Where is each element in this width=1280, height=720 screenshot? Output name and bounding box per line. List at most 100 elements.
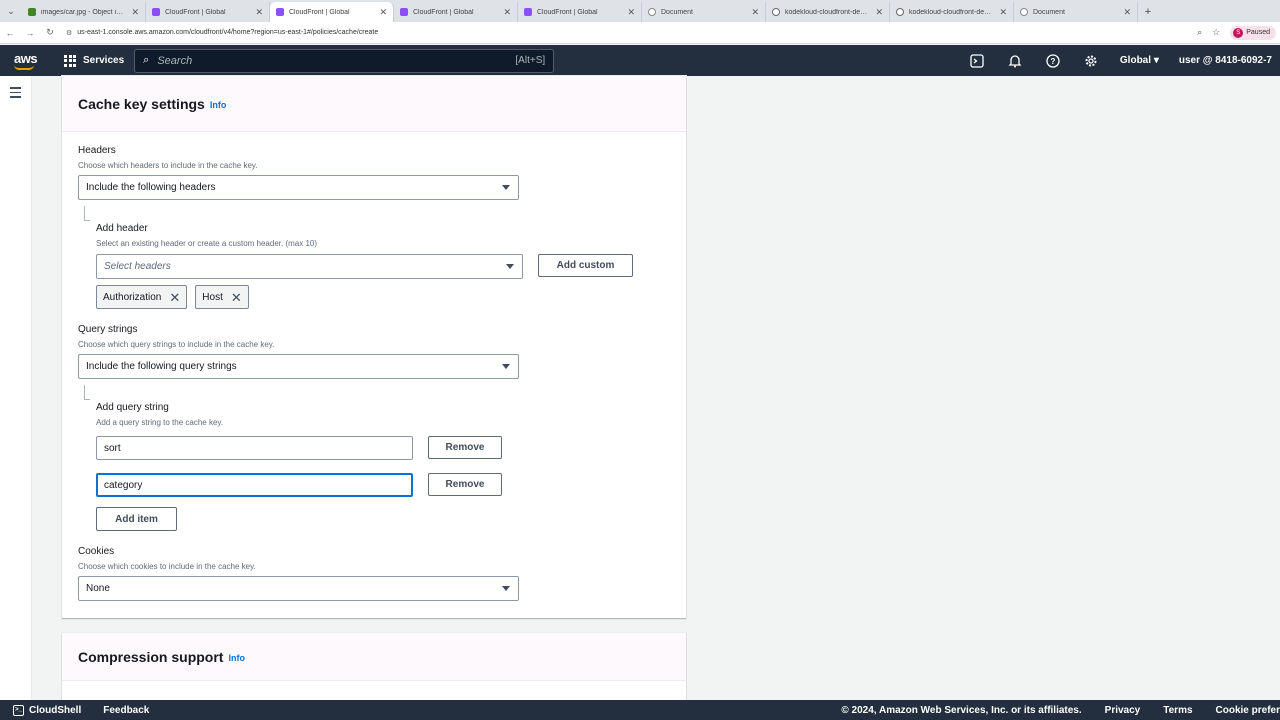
feedback-link[interactable]: Feedback [103, 705, 149, 716]
cloudshell-icon[interactable] [968, 52, 986, 70]
query-strings-select[interactable]: Include the following query strings [78, 354, 519, 379]
profile-button[interactable]: S Paused [1230, 25, 1276, 40]
document-favicon-icon [1020, 8, 1028, 16]
add-item-label: Add item [115, 513, 158, 525]
tab-title: images/car.jpg - Object in S3 b [41, 8, 127, 16]
query-strings-label: Query strings [78, 324, 138, 335]
forward-arrow-icon[interactable]: → [20, 28, 40, 38]
query-strings-select-value: Include the following query strings [86, 361, 237, 372]
cloudshell-button[interactable]: >_ CloudShell [13, 704, 81, 716]
close-tab-icon[interactable]: ✕ [255, 7, 263, 18]
remove-token-x-icon[interactable]: ✕ [169, 291, 180, 304]
cloudfront-favicon-icon [276, 8, 284, 16]
browser-tab[interactable]: kodekloud-cloudfront-demo.s3 ✕ [890, 2, 1014, 22]
browser-tab[interactable]: CloudFront | Global ✕ [146, 2, 270, 22]
browser-tab-active[interactable]: CloudFront | Global ✕ [270, 2, 394, 22]
help-icon[interactable]: ? [1044, 52, 1062, 70]
tree-connector [84, 206, 90, 221]
aws-smile-icon [14, 65, 34, 70]
grid-icon [64, 54, 76, 67]
region-label: Global [1119, 55, 1152, 66]
query-string-input-focused[interactable]: category [96, 473, 413, 497]
remove-button[interactable]: Remove [428, 436, 502, 459]
globe-favicon-icon [772, 8, 780, 16]
tab-title: kodekloud-cloudfront-demo.s3 [909, 8, 995, 16]
cookies-select-value: None [86, 583, 110, 594]
add-custom-button[interactable]: Add custom [538, 254, 633, 277]
new-tab-plus-icon[interactable]: + [1138, 2, 1158, 22]
browser-tab[interactable]: CloudFront | Global ✕ [394, 2, 518, 22]
headers-description: Choose which headers to include in the c… [78, 161, 258, 170]
tab-search-icon[interactable]: ⌄ [0, 0, 22, 22]
query-strings-description: Choose which query strings to include in… [78, 340, 275, 349]
bookmark-star-icon[interactable]: ☆ [1212, 27, 1220, 38]
headers-select[interactable]: Include the following headers [78, 175, 519, 200]
url-text: us-east-1.console.aws.amazon.com/cloudfr… [77, 29, 379, 36]
privacy-link[interactable]: Privacy [1105, 705, 1141, 716]
add-item-button[interactable]: Add item [96, 507, 177, 531]
close-tab-icon[interactable]: ✕ [1123, 7, 1131, 18]
close-tab-icon[interactable]: ✕ [503, 7, 511, 18]
cookies-select[interactable]: None [78, 576, 519, 601]
cloudfront-favicon-icon [524, 8, 532, 16]
side-navigation-rail [0, 76, 32, 700]
browser-tab[interactable]: kodekloud-cloudfront-demo.s3 ✕ [766, 2, 890, 22]
token-label: Host [202, 291, 223, 303]
info-link[interactable]: Info [228, 653, 245, 663]
caret-down-icon: ▾ [1153, 55, 1159, 66]
select-headers-dropdown[interactable]: Select headers [96, 254, 523, 279]
close-tab-icon[interactable]: ✕ [627, 7, 635, 18]
browser-tab[interactable]: Document ✕ [642, 2, 766, 22]
account-label: user @ 8418-6092-7 [1178, 55, 1272, 66]
region-selector[interactable]: Global ▾ [1120, 55, 1159, 66]
query-string-value: sort [104, 442, 121, 454]
notifications-bell-icon[interactable] [1006, 52, 1024, 70]
url-field[interactable]: ⚙ us-east-1.console.aws.amazon.com/cloud… [60, 25, 1197, 41]
add-header-label: Add header [96, 223, 148, 234]
svg-text:?: ? [1050, 57, 1055, 66]
back-arrow-icon[interactable]: ← [0, 28, 20, 38]
query-string-input[interactable]: sort [96, 436, 413, 460]
browser-tab[interactable]: images/car.jpg - Object in S3 b ✕ [22, 2, 146, 22]
close-tab-icon[interactable]: ✕ [379, 7, 387, 18]
tree-connector [84, 385, 90, 400]
header-tokens: Authorization ✕ Host ✕ [96, 285, 249, 309]
s3-favicon-icon [28, 8, 36, 16]
services-menu-button[interactable]: Services [64, 54, 124, 67]
remove-button[interactable]: Remove [428, 473, 502, 496]
site-info-icon[interactable]: ⚙ [66, 29, 72, 37]
info-link[interactable]: Info [210, 100, 227, 110]
add-custom-label: Add custom [556, 260, 615, 271]
tab-title: kodekloud-cloudfront-demo.s3 [785, 8, 871, 16]
tab-title: CloudFront | Global [289, 8, 350, 16]
console-footer: >_ CloudShell Feedback © 2024, Amazon Web… [0, 700, 1280, 720]
hamburger-menu-icon[interactable] [10, 87, 21, 101]
search-input[interactable]: ⌕ Search [Alt+S] [134, 48, 555, 73]
reload-icon[interactable]: ↻ [40, 27, 60, 38]
remove-token-x-icon[interactable]: ✕ [231, 291, 242, 304]
settings-gear-icon[interactable] [1082, 52, 1100, 70]
cookie-preferences-link[interactable]: Cookie prefer [1216, 705, 1280, 716]
panel-header: Compression support Info [62, 633, 686, 681]
caret-down-icon [502, 586, 510, 591]
close-tab-icon[interactable]: ✕ [875, 7, 883, 18]
tab-title: CloudFront | Global [413, 8, 474, 16]
browser-tab[interactable]: Document ✕ [1014, 2, 1138, 22]
aws-logo-text: aws [14, 50, 38, 66]
profile-status: Paused [1246, 29, 1270, 36]
globe-favicon-icon [896, 8, 904, 16]
browser-tab[interactable]: CloudFront | Global ✕ [518, 2, 642, 22]
add-header-description: Select an existing header or create a cu… [96, 239, 318, 248]
add-query-string-description: Add a query string to the cache key. [96, 418, 224, 427]
terms-link[interactable]: Terms [1163, 705, 1192, 716]
tab-title: Document [1033, 8, 1065, 16]
compression-support-panel: Compression support Info [62, 633, 686, 700]
zoom-icon[interactable]: ⌕ [1197, 27, 1202, 38]
close-tab-icon[interactable]: ✕ [751, 7, 759, 18]
search-placeholder: Search [157, 54, 193, 67]
close-tab-icon[interactable]: ✕ [999, 7, 1007, 18]
close-tab-icon[interactable]: ✕ [131, 7, 139, 18]
aws-logo[interactable]: aws [12, 50, 56, 72]
avatar: S [1233, 27, 1244, 38]
account-menu[interactable]: user @ 8418-6092-7 [1179, 55, 1272, 66]
